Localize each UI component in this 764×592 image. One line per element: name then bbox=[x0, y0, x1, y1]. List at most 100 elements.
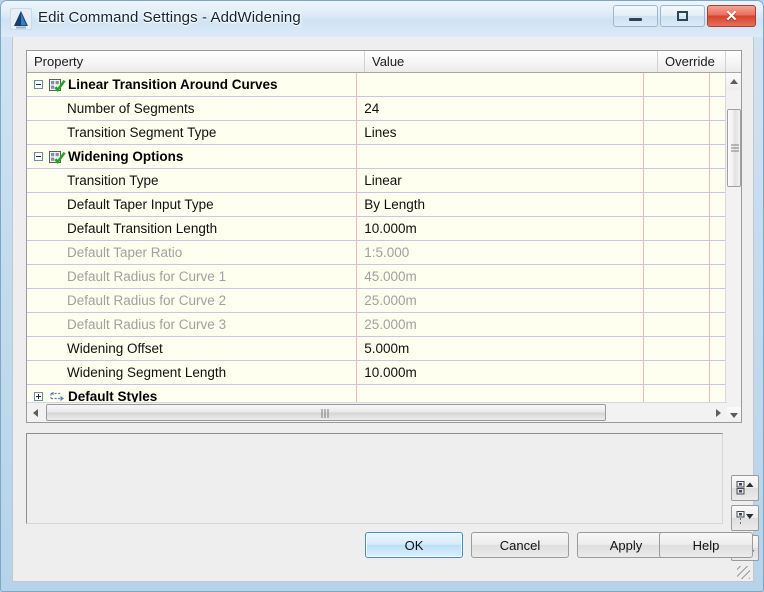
grid-row[interactable]: Transition Type Linear bbox=[27, 169, 727, 193]
cell-property[interactable]: Linear Transition Around Curves bbox=[27, 73, 358, 96]
arrow-right-icon bbox=[716, 408, 721, 417]
cell-property[interactable]: Default Radius for Curve 2 bbox=[27, 289, 358, 312]
collapse-all-button[interactable] bbox=[731, 505, 759, 531]
column-header-extra[interactable] bbox=[726, 51, 741, 72]
cell-value[interactable]: Lines bbox=[357, 121, 644, 144]
cell-property[interactable]: Default Styles bbox=[27, 385, 358, 403]
scroll-right-button[interactable] bbox=[710, 403, 727, 422]
horizontal-scroll-thumb[interactable] bbox=[46, 404, 606, 421]
cell-override[interactable] bbox=[644, 265, 711, 288]
expand-all-button[interactable] bbox=[731, 475, 759, 501]
grid-rows: Linear Transition Around Curves Number of… bbox=[27, 73, 727, 403]
property-label: Transition Segment Type bbox=[67, 125, 217, 140]
vertical-scroll-thumb[interactable] bbox=[727, 109, 741, 187]
grid-group-row[interactable]: Default Styles bbox=[27, 385, 727, 403]
cell-value[interactable]: 24 bbox=[357, 97, 644, 120]
cell-property[interactable]: Default Taper Ratio bbox=[27, 241, 358, 264]
cell-value[interactable]: 25.000m bbox=[357, 289, 644, 312]
cell-property[interactable]: Transition Type bbox=[27, 169, 358, 192]
cell-property[interactable]: Default Transition Length bbox=[27, 217, 358, 240]
grid-header-row: Property Value Override bbox=[27, 51, 741, 73]
autocad-logo-icon bbox=[10, 8, 32, 30]
maximize-button[interactable] bbox=[660, 5, 705, 27]
group-label: Widening Options bbox=[68, 149, 184, 164]
cell-override[interactable] bbox=[644, 121, 711, 144]
grid-group-row[interactable]: Linear Transition Around Curves bbox=[27, 73, 727, 97]
cell-override[interactable] bbox=[644, 241, 711, 264]
grid-row[interactable]: Number of Segments 24 bbox=[27, 97, 727, 121]
grid-row[interactable]: Default Taper Ratio 1:5.000 bbox=[27, 241, 727, 265]
scroll-left-button[interactable] bbox=[27, 403, 44, 422]
dialog-button-bar: OK Cancel Apply Help bbox=[13, 532, 755, 572]
grid-row[interactable]: Default Taper Input Type By Length bbox=[27, 193, 727, 217]
window-controls: ✕ bbox=[613, 5, 756, 27]
cell-value[interactable]: 1:5.000 bbox=[357, 241, 644, 264]
cell-override[interactable] bbox=[644, 193, 711, 216]
collapse-icon[interactable] bbox=[33, 80, 43, 89]
scroll-up-button[interactable] bbox=[726, 73, 741, 90]
collapse-icon[interactable] bbox=[33, 152, 43, 161]
cell-value[interactable]: 5.000m bbox=[357, 337, 644, 360]
cell-property[interactable]: Widening Offset bbox=[27, 337, 358, 360]
cell-property[interactable]: Default Radius for Curve 3 bbox=[27, 313, 358, 336]
property-label: Widening Offset bbox=[67, 341, 163, 356]
cell-property[interactable]: Default Taper Input Type bbox=[27, 193, 358, 216]
grip-icon bbox=[321, 409, 331, 418]
property-label: Widening Segment Length bbox=[67, 365, 227, 380]
grid-row[interactable]: Default Radius for Curve 3 25.000m bbox=[27, 313, 727, 337]
cell-value[interactable]: 45.000m bbox=[357, 265, 644, 288]
property-label: Default Taper Input Type bbox=[67, 197, 214, 212]
arrow-down-icon bbox=[730, 413, 738, 418]
cancel-button[interactable]: Cancel bbox=[471, 532, 569, 558]
vertical-scrollbar[interactable] bbox=[725, 73, 741, 422]
cell-override[interactable] bbox=[644, 217, 711, 240]
cell-override[interactable] bbox=[644, 337, 711, 360]
cell-property[interactable]: Widening Segment Length bbox=[27, 361, 358, 384]
scroll-down-button[interactable] bbox=[726, 407, 741, 422]
grid-row[interactable]: Default Transition Length 10.000m bbox=[27, 217, 727, 241]
cell-value[interactable]: 10.000m bbox=[357, 217, 644, 240]
expand-icon[interactable] bbox=[33, 392, 43, 401]
cell-value[interactable]: 10.000m bbox=[357, 361, 644, 384]
grid-row[interactable]: Transition Segment Type Lines bbox=[27, 121, 727, 145]
cell-override[interactable] bbox=[644, 145, 711, 168]
ok-button[interactable]: OK bbox=[365, 532, 463, 558]
help-button[interactable]: Help bbox=[659, 532, 753, 558]
expander-cell[interactable] bbox=[27, 80, 49, 89]
cell-override[interactable] bbox=[644, 313, 711, 336]
cell-value[interactable]: 25.000m bbox=[357, 313, 644, 336]
property-label: Default Radius for Curve 1 bbox=[67, 269, 227, 284]
cell-value[interactable] bbox=[357, 73, 644, 96]
cell-override[interactable] bbox=[644, 385, 711, 403]
grid-row[interactable]: Widening Segment Length 10.000m bbox=[27, 361, 727, 385]
cell-override[interactable] bbox=[644, 361, 711, 384]
dialog-window: Edit Command Settings - AddWidening ✕ Pr… bbox=[0, 0, 764, 592]
cell-property[interactable]: Number of Segments bbox=[27, 97, 358, 120]
cell-property[interactable]: Default Radius for Curve 1 bbox=[27, 265, 358, 288]
expander-cell[interactable] bbox=[27, 392, 49, 401]
property-label: Default Transition Length bbox=[67, 221, 218, 236]
cell-override[interactable] bbox=[644, 169, 711, 192]
grid-group-row[interactable]: Widening Options bbox=[27, 145, 727, 169]
cell-value[interactable] bbox=[357, 385, 644, 403]
cell-property[interactable]: Widening Options bbox=[27, 145, 358, 168]
column-header-override[interactable]: Override bbox=[658, 51, 726, 72]
cell-override[interactable] bbox=[644, 97, 711, 120]
grid-row[interactable]: Widening Offset 5.000m bbox=[27, 337, 727, 361]
grid-row[interactable]: Default Radius for Curve 1 45.000m bbox=[27, 265, 727, 289]
resize-grip[interactable] bbox=[737, 566, 750, 579]
close-button[interactable]: ✕ bbox=[707, 5, 756, 27]
horizontal-scrollbar[interactable] bbox=[27, 402, 727, 422]
expander-cell[interactable] bbox=[27, 152, 49, 161]
grid-row[interactable]: Default Radius for Curve 2 25.000m bbox=[27, 289, 727, 313]
cell-value[interactable] bbox=[357, 145, 644, 168]
column-header-value[interactable]: Value bbox=[365, 51, 658, 72]
column-header-property[interactable]: Property bbox=[27, 51, 365, 72]
cell-value[interactable]: Linear bbox=[357, 169, 644, 192]
cell-value[interactable]: By Length bbox=[357, 193, 644, 216]
minimize-button[interactable] bbox=[613, 5, 658, 27]
cell-override[interactable] bbox=[644, 73, 711, 96]
cell-override[interactable] bbox=[644, 289, 711, 312]
title-bar[interactable]: Edit Command Settings - AddWidening ✕ bbox=[1, 1, 763, 37]
cell-property[interactable]: Transition Segment Type bbox=[27, 121, 358, 144]
